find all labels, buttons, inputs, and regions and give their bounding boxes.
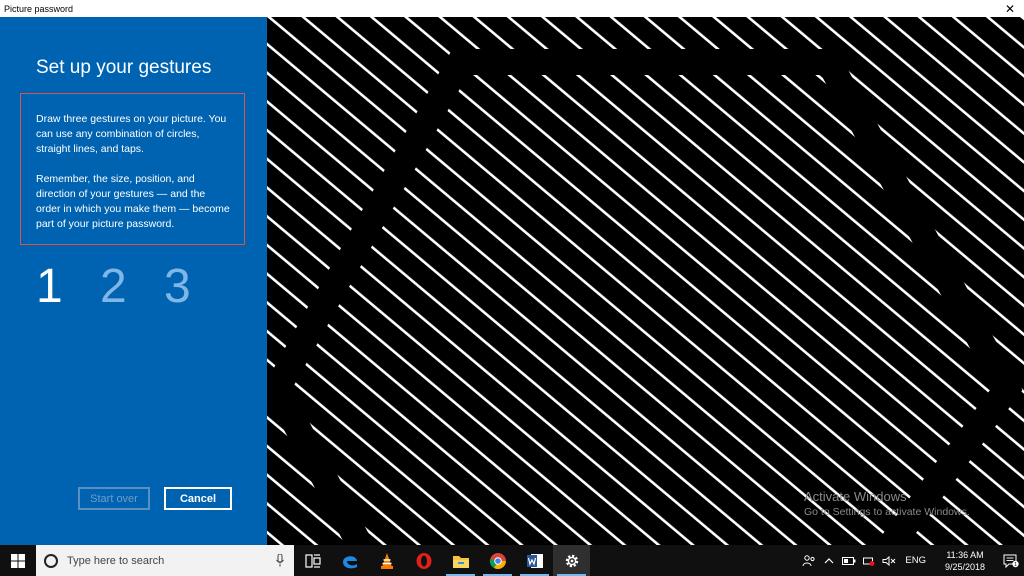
watermark-subtitle: Go to Settings to activate Windows. bbox=[804, 506, 970, 518]
instructions-paragraph-2: Remember, the size, position, and direct… bbox=[36, 173, 230, 230]
taskbar-app-vlc[interactable] bbox=[368, 545, 405, 576]
clock-date: 9/25/2018 bbox=[944, 561, 986, 572]
start-button[interactable] bbox=[0, 545, 36, 576]
action-center-button[interactable]: 1 bbox=[998, 545, 1024, 576]
battery-icon[interactable] bbox=[839, 545, 859, 576]
gesture-step-indicator: 1 2 3 bbox=[36, 257, 228, 317]
network-disconnected-icon[interactable] bbox=[859, 545, 879, 576]
clock-time: 11:36 AM bbox=[946, 549, 984, 560]
start-over-button[interactable]: Start over bbox=[78, 487, 150, 510]
hatched-hexagon-picture bbox=[267, 17, 1024, 545]
system-tray: ENG 11:36 AM 9/25/2018 1 bbox=[799, 545, 1024, 576]
task-view-icon bbox=[304, 553, 321, 568]
window-title: Picture password bbox=[4, 3, 74, 14]
microphone-icon[interactable] bbox=[276, 554, 284, 567]
gesture-step-3: 3 bbox=[164, 260, 191, 313]
taskbar-app-edge[interactable] bbox=[331, 545, 368, 576]
page-title: Set up your gestures bbox=[36, 57, 212, 78]
windows-logo-icon bbox=[11, 553, 25, 568]
cortana-icon bbox=[44, 553, 58, 568]
taskbar-app-settings[interactable] bbox=[553, 545, 590, 576]
cancel-button[interactable]: Cancel bbox=[164, 487, 232, 510]
gesture-setup-panel: Set up your gestures Draw three gestures… bbox=[0, 17, 267, 545]
taskbar-app-opera[interactable] bbox=[405, 545, 442, 576]
folder-icon bbox=[452, 555, 469, 568]
close-icon[interactable]: ✕ bbox=[996, 0, 1024, 17]
taskbar-app-chrome[interactable] bbox=[479, 545, 516, 576]
picture-gesture-canvas[interactable] bbox=[267, 17, 1024, 545]
taskbar: Type here to search ENG 11:36 AM 9/25/20… bbox=[0, 545, 1024, 576]
gesture-step-2: 2 bbox=[100, 260, 127, 313]
instructions-paragraph-1: Draw three gestures on your picture. You… bbox=[36, 113, 227, 155]
taskbar-app-word[interactable] bbox=[516, 545, 553, 576]
people-icon[interactable] bbox=[799, 545, 819, 576]
vlc-icon bbox=[380, 552, 393, 569]
input-language-indicator[interactable]: ENG bbox=[899, 555, 932, 566]
chrome-icon bbox=[489, 552, 506, 569]
notification-count: 1 bbox=[1014, 561, 1017, 567]
taskbar-clock[interactable]: 11:36 AM 9/25/2018 bbox=[932, 549, 998, 573]
opera-icon bbox=[416, 552, 431, 569]
activation-watermark: Activate Windows Go to Settings to activ… bbox=[804, 489, 970, 518]
word-icon bbox=[526, 553, 543, 568]
volume-muted-icon[interactable] bbox=[879, 545, 899, 576]
taskbar-search-box[interactable]: Type here to search bbox=[36, 545, 294, 576]
task-view-button[interactable] bbox=[294, 545, 331, 576]
title-bar: Picture password ✕ bbox=[0, 0, 1024, 17]
notification-icon: 1 bbox=[1003, 554, 1019, 568]
search-input[interactable]: Type here to search bbox=[67, 555, 164, 567]
people-glyph bbox=[802, 554, 816, 566]
watermark-title: Activate Windows bbox=[804, 489, 907, 504]
taskbar-app-file-explorer[interactable] bbox=[442, 545, 479, 576]
edge-icon bbox=[342, 555, 357, 568]
gear-icon bbox=[565, 554, 578, 567]
instructions-box: Draw three gestures on your picture. You… bbox=[20, 93, 245, 245]
gesture-step-1: 1 bbox=[36, 260, 63, 313]
chevron-up-icon[interactable] bbox=[819, 545, 839, 576]
